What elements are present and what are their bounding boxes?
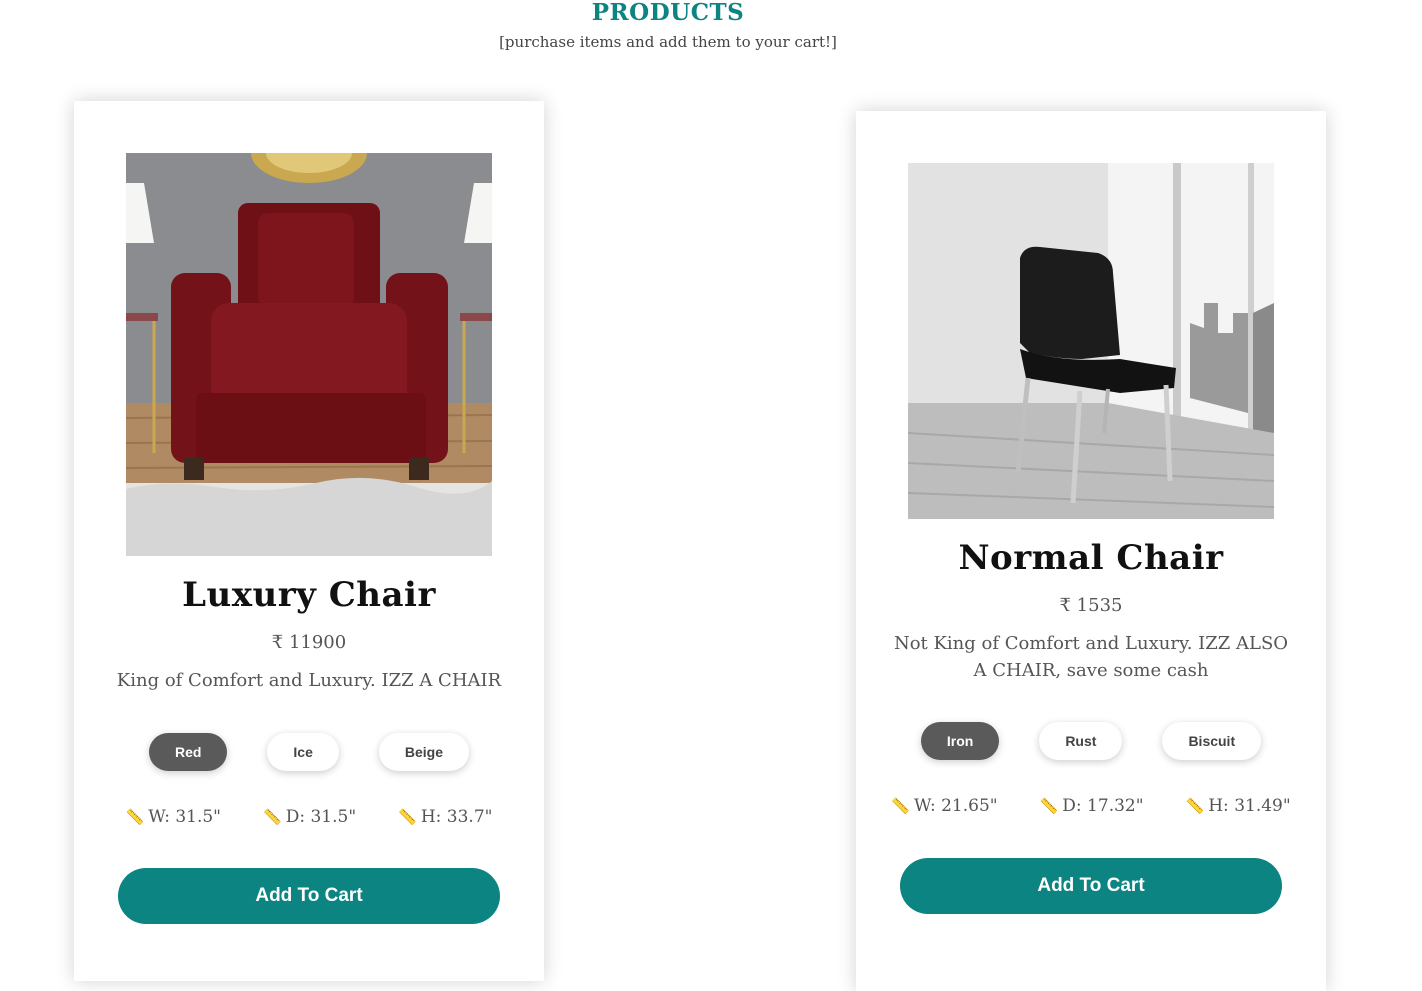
color-chip-rust[interactable]: Rust <box>1039 722 1123 760</box>
product-image <box>908 163 1274 519</box>
ruler-icon: 📏 <box>1185 797 1205 815</box>
product-name: Normal Chair <box>958 538 1224 578</box>
product-name: Luxury Chair <box>182 575 436 615</box>
add-to-cart-button[interactable]: Add To Cart <box>900 858 1282 914</box>
dimension-depth: 📏 D: 17.32" <box>1039 796 1144 816</box>
dimensions: 📏 W: 31.5" 📏 D: 31.5" 📏 H: 33.7" <box>74 807 544 827</box>
add-to-cart-button[interactable]: Add To Cart <box>118 868 500 924</box>
product-card: Normal Chair ₹ 1535 Not King of Comfort … <box>856 111 1326 991</box>
product-description: Not King of Comfort and Luxury. IZZ ALSO… <box>893 633 1289 681</box>
dimension-width: 📏 W: 21.65" <box>891 796 998 816</box>
dimensions: 📏 W: 21.65" 📏 D: 17.32" 📏 H: 31.49" <box>856 796 1326 816</box>
product-image <box>126 153 492 556</box>
product-card: Luxury Chair ₹ 11900 King of Comfort and… <box>74 101 544 981</box>
ruler-icon: 📏 <box>1039 797 1059 815</box>
dimension-depth: 📏 D: 31.5" <box>263 807 357 827</box>
ruler-icon: 📏 <box>891 797 910 815</box>
color-options: Iron Rust Biscuit <box>856 722 1326 760</box>
product-description: King of Comfort and Luxury. IZZ A CHAIR <box>116 670 502 691</box>
color-chip-beige[interactable]: Beige <box>378 733 470 771</box>
ruler-icon: 📏 <box>398 808 417 826</box>
ruler-icon: 📏 <box>263 808 282 826</box>
dimension-height: 📏 H: 31.49" <box>1185 796 1291 816</box>
color-options: Red Ice Beige <box>74 733 544 771</box>
color-chip-red[interactable]: Red <box>148 733 228 771</box>
dimension-height: 📏 H: 33.7" <box>398 807 493 827</box>
page-subtitle: [purchase items and add them to your car… <box>499 33 837 51</box>
ruler-icon: 📏 <box>125 808 145 826</box>
color-chip-biscuit[interactable]: Biscuit <box>1162 722 1262 760</box>
product-price: ₹ 1535 <box>1059 595 1123 616</box>
color-chip-iron[interactable]: Iron <box>920 722 1000 760</box>
page-title: PRODUCTS <box>591 0 745 26</box>
dimension-width: 📏 W: 31.5" <box>125 807 222 827</box>
color-chip-ice[interactable]: Ice <box>267 733 339 771</box>
product-price: ₹ 11900 <box>271 632 347 653</box>
